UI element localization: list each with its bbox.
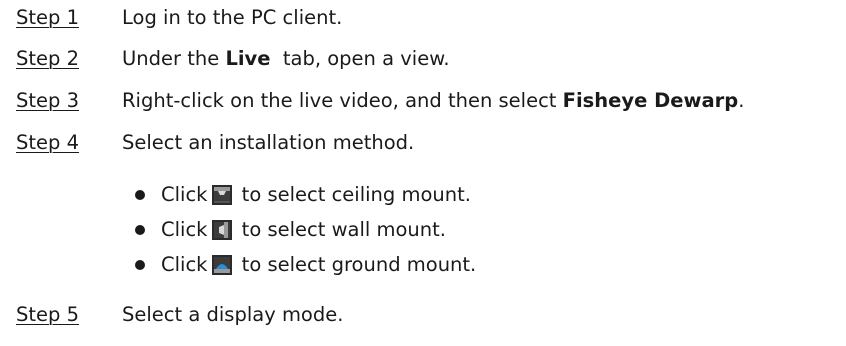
click-text: Click — [161, 253, 208, 276]
step-1-label: Step 1 — [16, 6, 80, 29]
step-3-text: Right-click on the live video, and then … — [122, 86, 744, 116]
instruction-steps: Step 1 Log in to the PC client. Step 2 U… — [0, 0, 846, 346]
bullet-text: to select wall mount. — [235, 218, 446, 241]
bullet-wall-mount: Click to select wall mount. — [133, 215, 446, 245]
step-2-text-part: Under the — [122, 47, 226, 70]
step-3: Step 3 Right-click on the live video, an… — [16, 86, 744, 116]
click-text: Click — [161, 183, 208, 206]
step-2-label: Step 2 — [16, 47, 80, 70]
click-text: Click — [161, 218, 208, 241]
step-1-text-part: Log in to the PC client. — [122, 6, 343, 29]
bullet-ground-mount: Click to select ground mount. — [133, 250, 476, 280]
step-2: Step 2 Under the Live tab, open a view. — [16, 44, 450, 74]
step-5-text: Select a display mode. — [122, 300, 343, 330]
fisheye-dewarp-term: Fisheye Dewarp — [562, 89, 739, 112]
step-3-text-part-end: . — [738, 89, 745, 112]
bullet-text: to select ground mount. — [235, 253, 477, 276]
step-4-label: Step 4 — [16, 131, 80, 154]
step-4-text-part: Select an installation method. — [122, 131, 415, 154]
ground-mount-icon — [212, 255, 233, 275]
live-tab-term: Live — [225, 47, 271, 70]
bullet-ceiling-mount: Click to select ceiling mount. — [133, 180, 471, 210]
step-5-text-part: Select a display mode. — [122, 303, 344, 326]
bullet-dot — [135, 260, 145, 270]
ceiling-mount-icon — [212, 185, 233, 205]
step-3-label: Step 3 — [16, 89, 80, 112]
step-3-text-part: Right-click on the live video, and then … — [122, 89, 563, 112]
wall-mount-icon — [212, 220, 233, 240]
step-2-text-part-end: tab, open a view. — [270, 47, 450, 70]
bullet-dot — [135, 190, 145, 200]
step-5-label: Step 5 — [16, 303, 80, 326]
bullet-text: to select ceiling mount. — [235, 183, 471, 206]
step-5: Step 5 Select a display mode. — [16, 300, 343, 330]
step-1-text: Log in to the PC client. — [122, 3, 342, 33]
step-4: Step 4 Select an installation method. — [16, 128, 414, 158]
step-4-text: Select an installation method. — [122, 128, 414, 158]
step-1: Step 1 Log in to the PC client. — [16, 3, 342, 33]
step-2-text: Under the Live tab, open a view. — [122, 44, 450, 74]
bullet-dot — [135, 225, 145, 235]
